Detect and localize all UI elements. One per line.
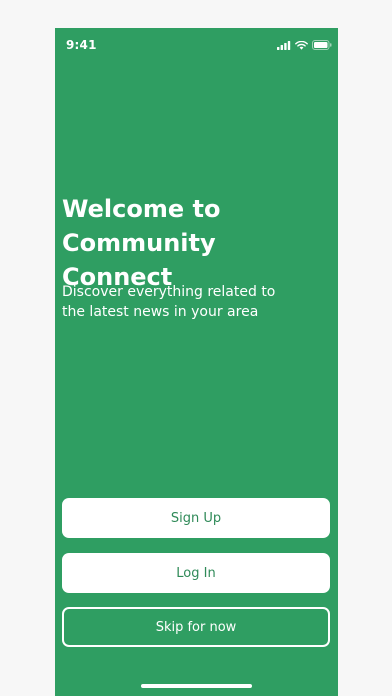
welcome-title: Welcome to Community Connect	[62, 195, 221, 291]
skip-for-now-button[interactable]: Skip for now	[62, 607, 330, 647]
app-screen: 9:41 Welcome to Community Connect Discov…	[55, 28, 338, 696]
log-in-button[interactable]: Log In	[62, 553, 330, 593]
status-bar: 9:41	[55, 28, 338, 62]
sign-up-button[interactable]: Sign Up	[62, 498, 330, 538]
welcome-subtitle: Discover everything related to the lates…	[62, 284, 276, 320]
home-indicator[interactable]	[141, 684, 252, 688]
wifi-icon	[295, 40, 308, 50]
cellular-signal-icon	[277, 40, 291, 50]
status-time: 9:41	[66, 38, 97, 52]
battery-icon	[312, 40, 332, 50]
status-icons	[277, 40, 332, 50]
